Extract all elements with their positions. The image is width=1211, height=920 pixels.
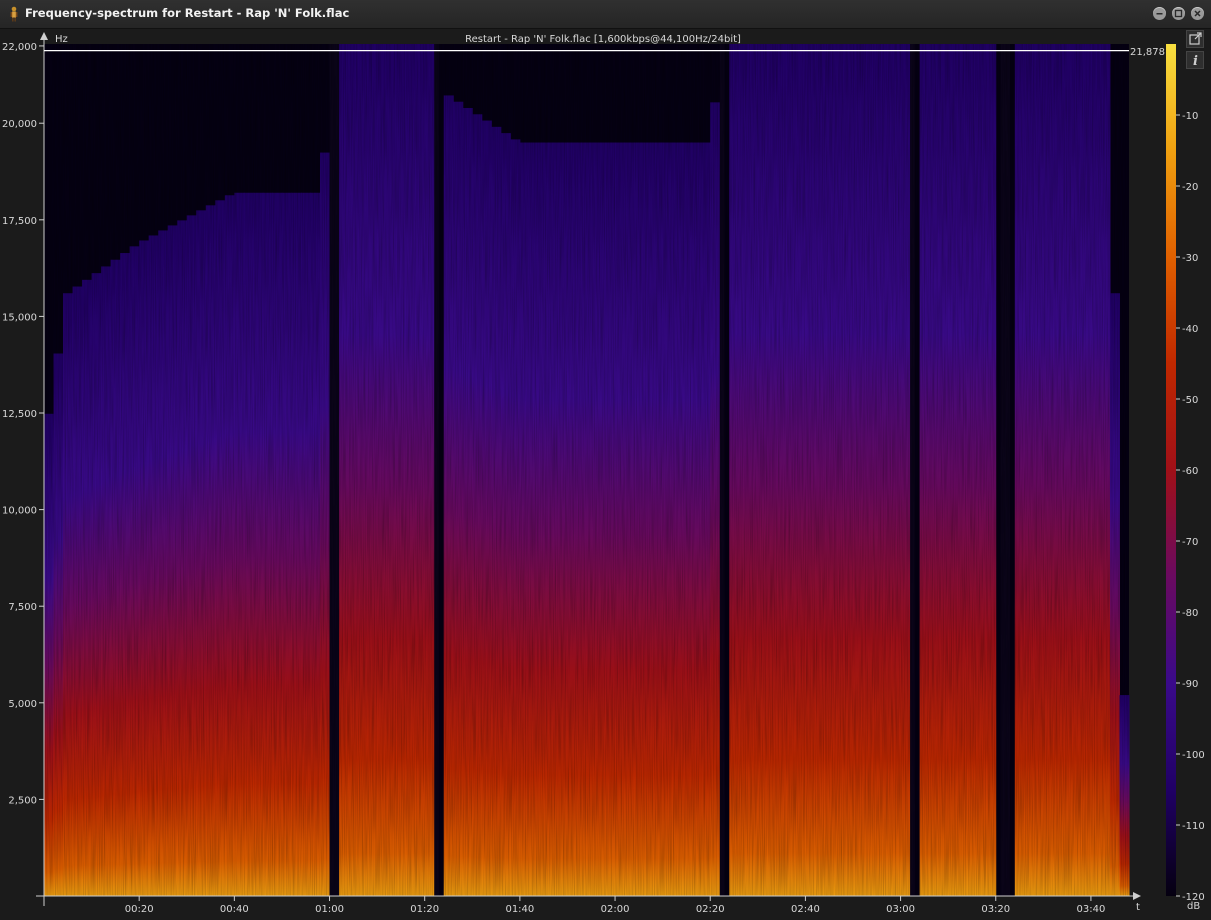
colorbar-tick-label: -50 bbox=[1182, 395, 1198, 406]
maximize-icon bbox=[1174, 9, 1183, 18]
colorbar-tick-label: -70 bbox=[1182, 537, 1198, 548]
x-tick-label: 01:20 bbox=[410, 904, 439, 915]
colorbar-tick-label: -40 bbox=[1182, 324, 1198, 335]
texture-overlay bbox=[44, 44, 1129, 896]
x-tick-label: 02:20 bbox=[696, 904, 725, 915]
app-icon bbox=[10, 6, 18, 22]
x-tick-label: 03:00 bbox=[886, 904, 915, 915]
y-tick-label: 22,000 bbox=[2, 42, 37, 53]
y-tick-label: 5,000 bbox=[8, 699, 37, 710]
colorbar-tick-label: -10 bbox=[1182, 111, 1198, 122]
close-icon bbox=[1194, 10, 1201, 17]
minimize-button[interactable] bbox=[1153, 7, 1166, 20]
colorbar bbox=[1166, 44, 1176, 896]
y-tick-label: 15,000 bbox=[2, 312, 37, 323]
colorbar-tick-label: -60 bbox=[1182, 466, 1198, 477]
x-tick-label: 02:00 bbox=[601, 904, 630, 915]
y-tick-label: 10,000 bbox=[2, 506, 37, 517]
x-tick-label: 03:40 bbox=[1077, 904, 1106, 915]
spectrum-chart: 22,000 20,000 17,500 15,000 12,500 10,000 7,50… bbox=[2, 32, 1205, 915]
x-axis-label: t bbox=[1136, 902, 1140, 913]
chart-title: Restart - Rap 'N' Folk.flac [1,600kbps@4… bbox=[465, 34, 741, 45]
colorbar-unit: dB bbox=[1187, 901, 1200, 912]
y-tick-label: 12,500 bbox=[2, 409, 37, 420]
x-tick-label: 03:20 bbox=[981, 904, 1010, 915]
y-tick-label: 7,500 bbox=[8, 602, 37, 613]
x-tick-label: 01:00 bbox=[315, 904, 344, 915]
colorbar-tick-label: -80 bbox=[1182, 608, 1198, 619]
colorbar-tick-label: -110 bbox=[1182, 821, 1205, 832]
cutoff-label: 21,878 bbox=[1130, 47, 1165, 58]
colorbar-tick-label: -30 bbox=[1182, 253, 1198, 264]
x-tick-label: 00:20 bbox=[125, 904, 154, 915]
y-tick-label: 17,500 bbox=[2, 216, 37, 227]
title-bar[interactable]: Frequency-spectrum for Restart - Rap 'N'… bbox=[0, 0, 1211, 29]
x-axis-arrow bbox=[1133, 892, 1141, 900]
colorbar-tick-label: -20 bbox=[1182, 182, 1198, 193]
maximize-button[interactable] bbox=[1172, 7, 1185, 20]
x-tick-label: 01:40 bbox=[505, 904, 534, 915]
y-axis-label: Hz bbox=[55, 34, 68, 45]
close-button[interactable] bbox=[1191, 7, 1204, 20]
minimize-icon bbox=[1156, 13, 1163, 15]
y-tick-label: 2,500 bbox=[8, 795, 37, 806]
y-axis-arrow bbox=[40, 32, 48, 40]
colorbar-tick-label: -90 bbox=[1182, 679, 1198, 690]
window-title: Frequency-spectrum for Restart - Rap 'N'… bbox=[25, 6, 350, 20]
x-tick-label: 00:40 bbox=[220, 904, 249, 915]
y-tick-label: 20,000 bbox=[2, 119, 37, 130]
x-tick-label: 02:40 bbox=[791, 904, 820, 915]
colorbar-tick-label: -100 bbox=[1182, 750, 1205, 761]
